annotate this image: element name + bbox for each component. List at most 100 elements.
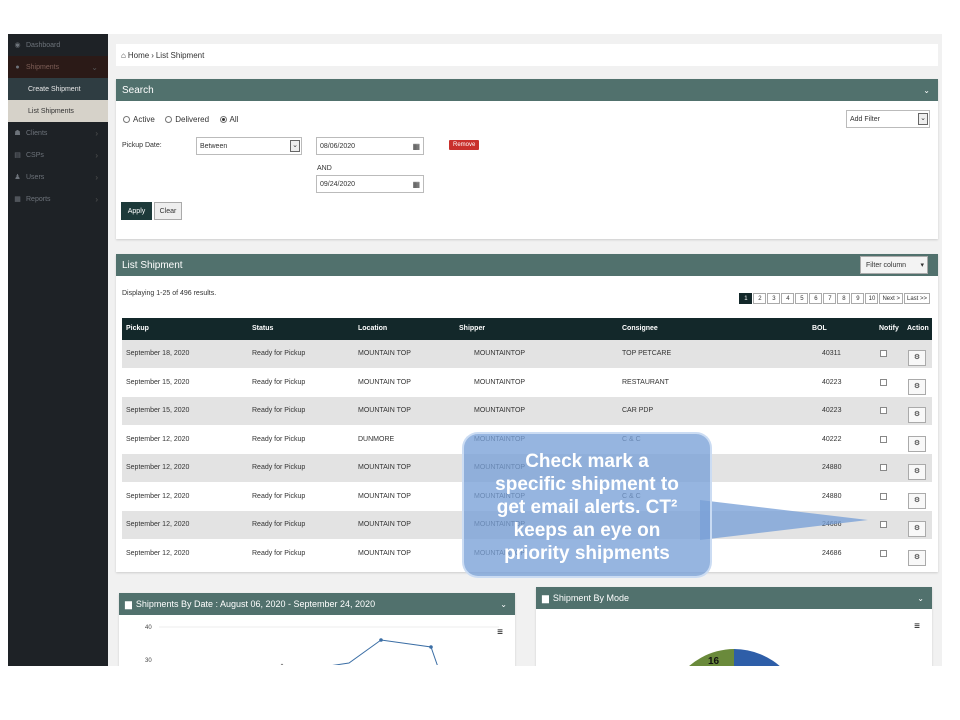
radio-dot[interactable] (123, 116, 130, 123)
col-pickup[interactable]: Pickup (126, 325, 149, 332)
list-panel-header: List Shipment Filter column ▾ (116, 254, 938, 276)
gear-icon[interactable]: ⚙ (908, 521, 926, 537)
page-next[interactable]: Next > (879, 293, 903, 304)
gear-icon[interactable]: ⚙ (908, 464, 926, 480)
gear-icon[interactable]: ⚙ (908, 435, 926, 452)
page-8[interactable]: 8 (837, 293, 851, 304)
page-3[interactable]: 3 (767, 293, 781, 304)
sidebar-item-reports[interactable]: ▦ Reports › (8, 188, 108, 210)
cell-status: Ready for Pickup (252, 350, 306, 357)
page-10[interactable]: 10 (865, 293, 879, 304)
pie-slice-blue (734, 649, 780, 666)
cell-status: Ready for Pickup (252, 435, 306, 443)
gear-icon[interactable]: ⚙ (908, 549, 926, 566)
page-6[interactable]: 6 (809, 293, 823, 304)
clear-button[interactable]: Clear (154, 202, 182, 220)
sidebar-item-shipments[interactable]: ● Shipments ⌄ (8, 56, 108, 78)
callout-line: keeps an eye on (513, 520, 661, 541)
col-status[interactable]: Status (252, 325, 273, 332)
notify-checkbox[interactable] (880, 407, 887, 414)
breadcrumb-home[interactable]: Home (128, 51, 149, 60)
chevron-down-icon: ⌄ (91, 62, 98, 72)
search-panel-header[interactable]: Search ⌄ (116, 79, 938, 101)
page-5[interactable]: 5 (795, 293, 809, 304)
shipments-by-date-header: ▆ Shipments By Date : August 06, 2020 - … (119, 593, 515, 615)
clients-icon: ☗ (14, 129, 21, 137)
cell-location: MOUNTAIN TOP (358, 350, 411, 357)
cell-location: MOUNTAIN TOP (358, 521, 411, 528)
apply-button[interactable]: Apply (121, 202, 152, 220)
notify-checkbox[interactable] (880, 521, 887, 528)
cell-location: MOUNTAIN TOP (358, 549, 411, 557)
page-9[interactable]: 9 (851, 293, 865, 304)
cell-status: Ready for Pickup (252, 549, 306, 557)
sidebar-subitem-label: List Shipments (28, 107, 74, 115)
chevron-right-icon: › (95, 194, 98, 204)
chevron-right-icon: › (95, 172, 98, 182)
cell-consignee: CAR PDP (622, 407, 654, 414)
filter-column-label: Filter column (866, 261, 907, 269)
add-filter-select[interactable]: Add Filter ⌄ (846, 110, 930, 128)
sidebar-subitem-label: Create Shipment (28, 85, 81, 93)
page-last[interactable]: Last >> (903, 293, 930, 304)
page-2[interactable]: 2 (753, 293, 767, 304)
cell-location: DUNMORE (358, 435, 395, 443)
data-point (429, 645, 433, 649)
pickup-date-label: Pickup Date: (122, 142, 162, 149)
date-from-input[interactable]: 08/06/2020 ▦ (316, 137, 424, 155)
notify-checkbox[interactable] (880, 350, 887, 357)
page-1[interactable]: 1 (739, 293, 753, 304)
sidebar-item-label: CSPs (26, 151, 44, 159)
chevron-down-icon[interactable]: ⌄ (917, 594, 924, 603)
col-location[interactable]: Location (358, 325, 387, 332)
date-operator-select[interactable]: Between ⌄ (196, 137, 302, 155)
breadcrumb: ⌂ Home › List Shipment (116, 44, 938, 66)
cell-status: Ready for Pickup (252, 521, 306, 528)
sidebar-item-dashboard[interactable]: ◉ Dashboard (8, 34, 108, 56)
col-shipper[interactable]: Shipper (459, 325, 485, 332)
col-bol[interactable]: BOL (812, 325, 827, 332)
notify-checkbox[interactable] (880, 492, 887, 500)
filter-column-button[interactable]: Filter column ▾ (860, 256, 928, 274)
radio-dot[interactable] (165, 116, 173, 123)
radio-all[interactable]: All (219, 115, 238, 124)
sidebar-subitem-create-shipment[interactable]: Create Shipment (8, 78, 108, 100)
notify-checkbox[interactable] (880, 549, 887, 557)
col-consignee[interactable]: Consignee (622, 325, 658, 332)
tooltip-callout: Check mark a specific shipment to get em… (462, 432, 712, 578)
notify-checkbox[interactable] (880, 378, 887, 386)
status-radio-group: Active Delivered All (123, 110, 244, 128)
table-row: September 18, 2020 Ready for Pickup MOUNTA… (122, 340, 932, 368)
sidebar-item-clients[interactable]: ☗ Clients › (8, 122, 108, 144)
sidebar-subitem-list-shipments[interactable]: List Shipments (8, 100, 108, 122)
gear-icon[interactable]: ⚙ (908, 407, 926, 423)
table-header: Pickup Status Location Shipper Consignee… (122, 318, 932, 340)
gear-icon[interactable]: ⚙ (908, 492, 926, 509)
cell-pickup: September 12, 2020 (126, 549, 190, 557)
dashboard-icon: ◉ (14, 41, 21, 49)
date-to-input[interactable]: 09/24/2020 ▦ (316, 175, 424, 193)
page-7[interactable]: 7 (823, 293, 837, 304)
data-point (280, 663, 284, 665)
cell-consignee: RESTAURANT (622, 378, 669, 386)
sidebar-item-users[interactable]: ♟ Users › (8, 166, 108, 188)
notify-checkbox[interactable] (880, 435, 887, 443)
calendar-icon[interactable]: ▦ (412, 180, 420, 189)
gear-icon[interactable]: ⚙ (908, 378, 926, 395)
remove-filter-button[interactable]: Remove (449, 140, 480, 150)
cell-pickup: September 12, 2020 (126, 435, 190, 443)
sidebar-item-csps[interactable]: ▤ CSPs › (8, 144, 108, 166)
cell-bol: 24686 (822, 521, 842, 528)
radio-dot[interactable] (219, 116, 227, 123)
y-tick-40: 40 (145, 625, 152, 631)
page-4[interactable]: 4 (781, 293, 795, 304)
gear-icon[interactable]: ⚙ (908, 350, 926, 366)
radio-delivered[interactable]: Delivered (165, 115, 209, 124)
chevron-down-icon[interactable]: ⌄ (923, 86, 930, 95)
chevron-down-icon[interactable]: ⌄ (500, 600, 507, 609)
notify-checkbox[interactable] (880, 464, 887, 471)
radio-active[interactable]: Active (123, 115, 155, 124)
table-row: September 15, 2020 Ready for Pickup MOUNTA… (122, 368, 932, 397)
calendar-icon[interactable]: ▦ (412, 142, 420, 151)
search-panel: Search ⌄ Active Delivered All Add Filter… (116, 79, 938, 239)
